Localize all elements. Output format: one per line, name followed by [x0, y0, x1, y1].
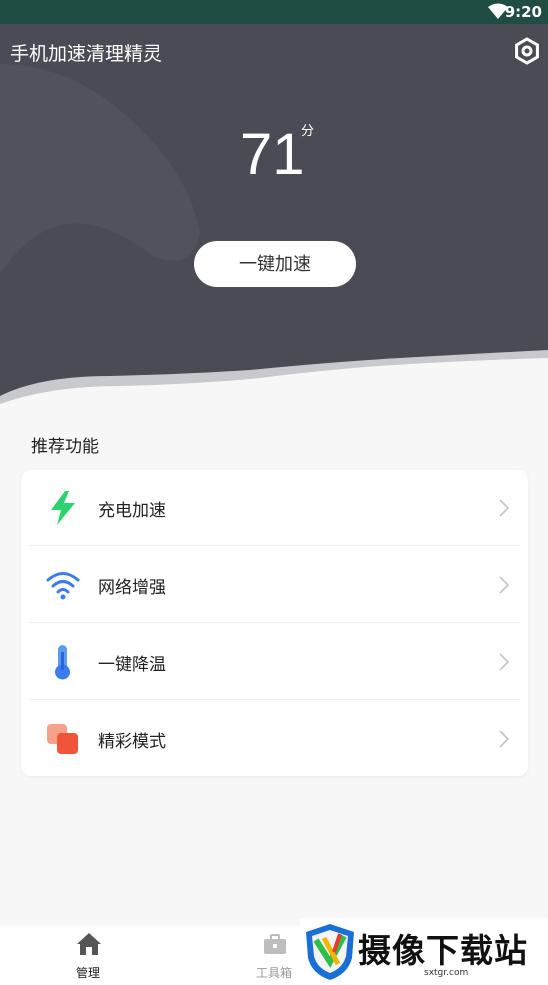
- score-display: 71 分: [0, 124, 548, 194]
- app-title: 手机加速清理精灵: [10, 43, 163, 65]
- score-unit: 分: [301, 124, 315, 139]
- section-title: 推荐功能: [31, 437, 99, 457]
- chevron-right-icon: [499, 653, 510, 671]
- one-key-boost-button[interactable]: 一键加速: [194, 241, 356, 287]
- divider: [29, 699, 520, 700]
- status-bar: 9:20: [0, 0, 548, 24]
- shield-logo-icon: [306, 924, 354, 980]
- feature-label: 充电加速: [98, 501, 166, 521]
- divider: [29, 545, 520, 546]
- feature-network-boost[interactable]: 网络增强: [21, 547, 528, 623]
- feature-cool-down[interactable]: 一键降温: [21, 624, 528, 700]
- chevron-right-icon: [499, 576, 510, 594]
- chevron-right-icon: [499, 499, 510, 517]
- score-value: 71: [240, 122, 305, 187]
- home-icon: [77, 933, 101, 955]
- feature-label: 网络增强: [98, 578, 166, 598]
- watermark-text: 摄像下载站: [358, 931, 528, 970]
- watermark-url: sxtgr.com: [424, 968, 469, 978]
- settings-gear-icon[interactable]: [513, 37, 541, 65]
- hero-wave-background: [0, 24, 548, 404]
- status-time: 9:20: [504, 3, 542, 21]
- toolbox-icon: [264, 934, 286, 954]
- tab-manage[interactable]: 管理: [43, 926, 133, 985]
- feature-list-card: 充电加速 网络增强 一键降温 精彩模式: [21, 470, 528, 776]
- feature-label: 精彩模式: [98, 732, 166, 752]
- lightning-icon: [51, 491, 75, 525]
- wifi-icon: [46, 572, 80, 600]
- tab-label: 管理: [75, 966, 100, 980]
- thermometer-icon: [55, 645, 70, 680]
- layers-icon: [47, 724, 78, 754]
- feature-label: 一键降温: [98, 655, 166, 675]
- watermark-overlay: 摄像下载站 sxtgr.com: [300, 918, 548, 985]
- hero-panel: 手机加速清理精灵 71 分 一键加速: [0, 24, 548, 404]
- feature-fun-mode[interactable]: 精彩模式: [21, 701, 528, 777]
- feature-charge-boost[interactable]: 充电加速: [21, 470, 528, 546]
- divider: [29, 622, 520, 623]
- chevron-right-icon: [499, 730, 510, 748]
